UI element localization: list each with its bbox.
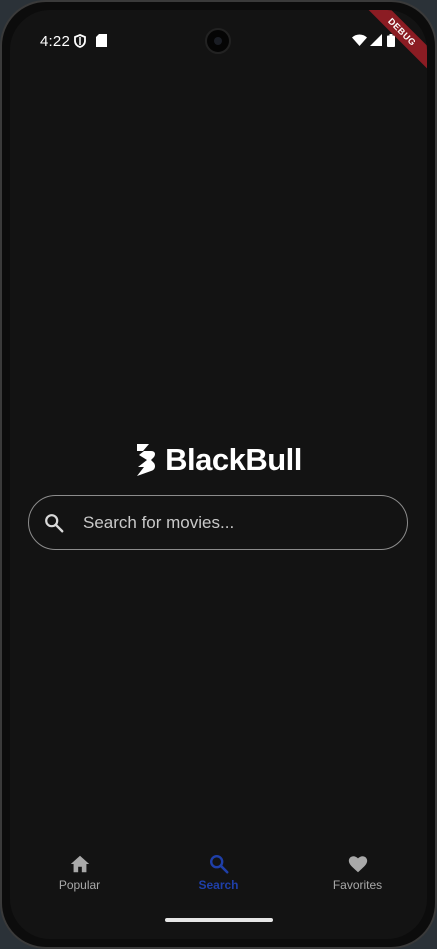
bottom-navigation: Popular Search Favorites	[10, 853, 427, 913]
status-time: 4:22	[40, 33, 70, 50]
sd-card-icon	[96, 34, 107, 47]
nav-label-popular: Popular	[58, 878, 101, 892]
search-icon	[45, 513, 64, 532]
front-camera	[205, 28, 231, 54]
home-icon	[70, 855, 89, 873]
status-bar: 4:22 DEBUG	[10, 10, 427, 77]
heart-icon	[348, 856, 367, 873]
home-indicator[interactable]	[165, 918, 273, 922]
nav-item-favorites[interactable]: Favorites	[288, 853, 427, 913]
phone-frame: 4:22 DEBUG BlackBull Search for movies..…	[0, 0, 437, 949]
app-screen: 4:22 DEBUG BlackBull Search for movies..…	[10, 10, 427, 939]
logo-text: BlackBull	[165, 442, 302, 477]
blackbull-logo-icon	[137, 444, 156, 476]
nav-item-search[interactable]: Search	[149, 853, 288, 913]
signal-icon	[370, 34, 382, 46]
wifi-icon	[352, 34, 367, 46]
shield-icon	[74, 34, 86, 48]
app-logo: BlackBull	[10, 442, 427, 478]
nav-label-search: Search	[198, 878, 239, 892]
nav-item-popular[interactable]: Popular	[10, 853, 149, 913]
search-icon	[209, 855, 229, 874]
search-field[interactable]	[28, 495, 408, 550]
search-input[interactable]	[81, 511, 407, 534]
nav-label-favorites: Favorites	[332, 878, 383, 892]
